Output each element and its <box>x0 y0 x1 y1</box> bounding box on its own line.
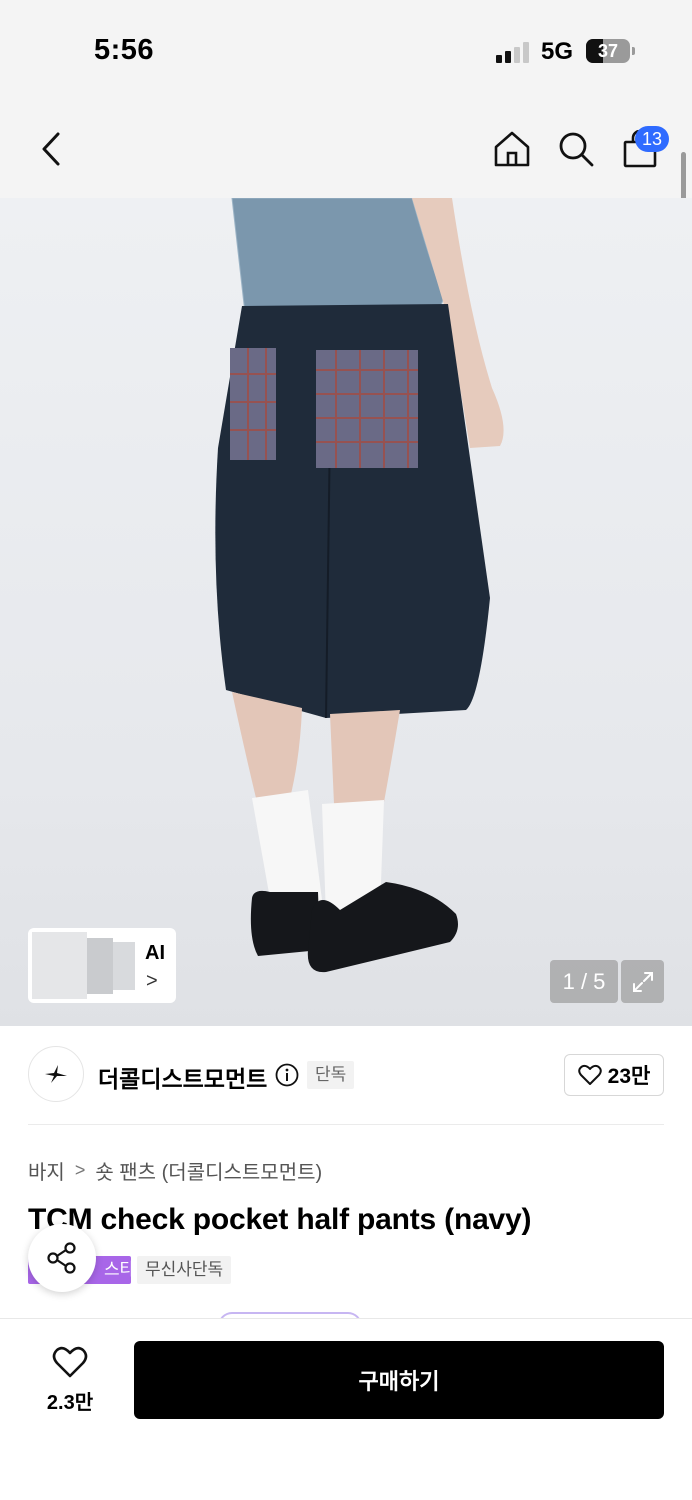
expand-icon <box>632 971 653 992</box>
brand-like-count: 23만 <box>607 1065 651 1088</box>
brand-like-button[interactable]: 23만 <box>564 1054 664 1096</box>
status-time: 5:56 <box>94 34 155 66</box>
thumbnail-image <box>113 942 135 990</box>
thumbnail-image <box>32 932 87 999</box>
thumbnail-image <box>87 938 113 994</box>
home-icon <box>494 131 530 167</box>
chevron-right-icon: > <box>146 970 158 992</box>
breadcrumb-item[interactable]: 바지 <box>28 1156 65 1185</box>
expand-button[interactable] <box>621 960 664 1003</box>
status-bar: 5:56 5G 37 <box>0 0 692 100</box>
breadcrumb-item[interactable]: 숏 팬츠 (더콜디스트모먼트) <box>95 1156 322 1185</box>
cart-count-badge: 13 <box>635 126 669 152</box>
search-button[interactable] <box>553 100 599 198</box>
wishlist-count: 2.3만 <box>46 1392 94 1414</box>
buy-button[interactable]: 구매하기 <box>134 1341 664 1419</box>
product-image[interactable]: 1 / 5 <box>0 198 692 1026</box>
star-logo-icon <box>45 1065 67 1083</box>
home-button[interactable] <box>489 100 535 198</box>
battery-level: 37 <box>597 41 619 61</box>
breadcrumb-separator: > <box>74 1160 86 1180</box>
exclusive-badge: 무신사단독 <box>137 1256 232 1284</box>
chevron-left-icon <box>42 132 60 166</box>
top-nav <box>0 100 692 198</box>
back-button[interactable] <box>26 100 76 198</box>
heart-icon <box>577 1064 602 1085</box>
image-counter: 1 / 5 <box>550 960 618 1003</box>
signal-icon <box>496 41 529 63</box>
share-icon <box>47 1242 76 1274</box>
search-icon <box>559 132 594 167</box>
brand-logo[interactable] <box>28 1046 84 1102</box>
brand-name[interactable]: 더콜디스트모먼트 <box>98 1060 267 1094</box>
ai-similar-button[interactable]: AI > <box>28 928 176 1003</box>
share-button[interactable] <box>28 1224 96 1292</box>
network-type: 5G <box>541 38 574 65</box>
product-photo <box>215 198 504 973</box>
battery-cap <box>632 47 635 55</box>
heart-icon <box>52 1346 88 1378</box>
exclusive-tag: 단독 <box>307 1061 355 1089</box>
product-title: TCM check pocket half pants (navy) <box>28 1203 532 1236</box>
wishlist-button[interactable]: 2.3만 <box>30 1344 110 1414</box>
battery-icon: 37 <box>586 39 630 63</box>
info-icon[interactable] <box>275 1063 299 1087</box>
breadcrumb: 바지 > 숏 팬츠 (더콜디스트모먼트) <box>28 1156 322 1185</box>
ai-label: AI <box>145 942 165 964</box>
divider <box>28 1124 664 1125</box>
